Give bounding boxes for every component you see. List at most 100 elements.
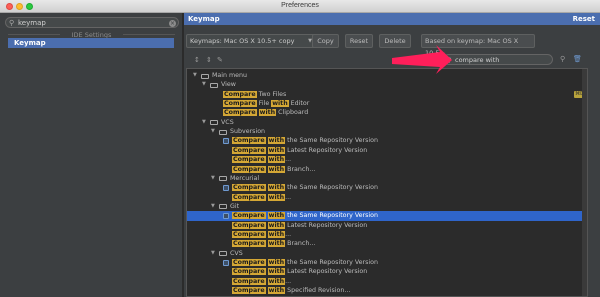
tree-action-row[interactable]: Compare with the Same Repository Version bbox=[187, 136, 587, 146]
tree-action-label: Compare with... bbox=[232, 277, 291, 287]
tree-group-row[interactable]: ▼ CVS bbox=[187, 249, 587, 259]
tree-group-row[interactable]: ▼ VCS bbox=[187, 118, 587, 128]
tree-action-row[interactable]: Compare with... bbox=[187, 193, 587, 203]
tree-action-row[interactable]: Compare with the Same Repository Version bbox=[187, 258, 587, 268]
search-match-highlight: with bbox=[258, 109, 277, 117]
search-match-highlight: with bbox=[267, 146, 286, 154]
search-match-highlight: Compare bbox=[232, 268, 266, 276]
window-title-bar: Preferences bbox=[0, 0, 600, 13]
tree-action-label: Compare with... bbox=[232, 193, 291, 203]
search-match-highlight: Compare bbox=[232, 277, 266, 285]
tree-action-row[interactable]: Compare with Branch... bbox=[187, 165, 587, 175]
edit-shortcut-icon[interactable]: ✎ bbox=[217, 56, 223, 64]
search-match-highlight: Compare bbox=[232, 184, 266, 192]
collapse-all-icon[interactable]: ⇕ bbox=[206, 56, 212, 64]
clear-filter-icon[interactable]: 🗑 bbox=[573, 55, 582, 63]
search-match-highlight: Compare bbox=[232, 259, 266, 266]
expand-all-icon[interactable]: ↕ bbox=[194, 56, 200, 64]
label-text: Editor bbox=[288, 100, 310, 108]
search-match-highlight: with bbox=[267, 287, 286, 295]
sidebar-item-keymap[interactable]: Keymap bbox=[8, 38, 174, 48]
label-text: ... bbox=[285, 230, 292, 238]
expand-toggle-icon[interactable]: ▼ bbox=[211, 127, 215, 137]
search-match-highlight: with bbox=[267, 240, 286, 248]
tree-action-label: Compare with Branch... bbox=[232, 165, 315, 175]
delete-button[interactable]: Delete bbox=[379, 34, 411, 48]
search-match-highlight: with bbox=[267, 230, 286, 238]
reset-button[interactable]: Reset bbox=[345, 34, 373, 48]
expand-toggle-icon[interactable]: ▼ bbox=[211, 202, 215, 212]
expand-toggle-icon[interactable]: ▼ bbox=[202, 80, 206, 90]
tree-action-row[interactable]: Compare with Latest Repository Version bbox=[187, 267, 587, 277]
tree-action-row[interactable]: Compare with Latest Repository Version bbox=[187, 221, 587, 231]
tree-group-row[interactable]: ▼ Subversion bbox=[187, 127, 587, 137]
label-text: File bbox=[256, 100, 272, 108]
tree-action-row[interactable]: Compare with Specified Revision... bbox=[187, 286, 587, 296]
search-match-highlight: with bbox=[267, 221, 286, 229]
tree-action-row[interactable]: Compare with... bbox=[187, 277, 587, 287]
folder-icon bbox=[201, 73, 209, 79]
tree-group-label: Git bbox=[230, 202, 240, 210]
actions-tree[interactable]: ▼ Main menu ▼ View Compare Two Files ⌘D Compar… bbox=[186, 68, 588, 297]
tree-group-row[interactable]: ▼ Mercurial bbox=[187, 174, 587, 184]
label-text: Specified Revision... bbox=[285, 287, 351, 295]
divider bbox=[123, 34, 175, 35]
expand-toggle-icon[interactable]: ▼ bbox=[211, 249, 215, 259]
tree-action-label: Compare with the Same Repository Version bbox=[232, 136, 378, 146]
tree-action-row[interactable]: Compare with... bbox=[187, 155, 587, 165]
tree-group-label: Main menu bbox=[212, 72, 248, 79]
tree-action-row[interactable]: Compare File with Editor bbox=[187, 99, 587, 109]
tree-action-row[interactable]: Compare with... bbox=[187, 230, 587, 240]
folder-icon bbox=[219, 251, 227, 257]
search-match-highlight: Compare bbox=[232, 165, 266, 173]
expand-toggle-icon[interactable]: ▼ bbox=[211, 174, 215, 184]
folder-icon bbox=[219, 204, 227, 210]
tree-action-label: Compare with Clipboard bbox=[223, 108, 308, 118]
action-icon bbox=[223, 212, 229, 219]
label-text: Branch... bbox=[285, 165, 316, 173]
tree-action-label: Compare with Latest Repository Version bbox=[232, 267, 367, 277]
search-match-highlight: Compare bbox=[223, 109, 257, 117]
settings-search-value: keymap bbox=[18, 19, 46, 27]
keymap-filter-input[interactable]: ⚲ compare with bbox=[443, 54, 553, 65]
panel-header: Keymap Reset bbox=[184, 13, 600, 25]
panel-reset-link[interactable]: Reset bbox=[573, 15, 595, 23]
tree-group-row[interactable]: ▼ View bbox=[187, 80, 587, 90]
clear-search-icon[interactable]: × bbox=[169, 19, 176, 27]
tree-action-label: Compare File with Editor bbox=[223, 99, 309, 109]
tree-action-row[interactable]: Compare with the Same Repository Version bbox=[187, 183, 587, 193]
copy-button[interactable]: Copy bbox=[312, 34, 339, 48]
find-by-shortcut-icon[interactable]: ⚲ bbox=[560, 55, 565, 63]
tree-group-row[interactable]: ▼ Git bbox=[187, 202, 587, 212]
search-match-highlight: Compare bbox=[232, 240, 266, 248]
label-text: Clipboard bbox=[276, 109, 309, 117]
tree-action-label: Compare with Branch... bbox=[232, 239, 315, 249]
tree-action-row[interactable]: Compare with Clipboard bbox=[187, 108, 587, 118]
tree-action-row[interactable]: Compare with Branch... bbox=[187, 239, 587, 249]
expand-toggle-icon[interactable]: ▼ bbox=[202, 118, 206, 128]
action-icon bbox=[223, 184, 229, 191]
keymap-panel: Keymap Reset Keymaps: Mac OS X 10.5+ cop… bbox=[184, 13, 600, 297]
based-on-keymap-label: Based on keymap: Mac OS X 10.5+ bbox=[421, 34, 535, 57]
tree-group-label: Mercurial bbox=[230, 174, 260, 182]
tree-group-row[interactable]: ▼ Main menu bbox=[187, 71, 587, 81]
tree-group-label: Subversion bbox=[230, 128, 266, 136]
search-match-highlight: Compare bbox=[232, 146, 266, 154]
expand-toggle-icon[interactable]: ▼ bbox=[193, 71, 197, 81]
tree-action-label: Compare with Latest Repository Version bbox=[232, 146, 367, 156]
settings-search-input[interactable]: ⚲ keymap × bbox=[5, 17, 179, 28]
keymap-select[interactable]: Keymaps: Mac OS X 10.5+ copy ▼ bbox=[186, 34, 315, 48]
label-text: Two Files bbox=[256, 90, 287, 98]
label-text: Latest Repository Version bbox=[285, 221, 368, 229]
tree-group-label: View bbox=[221, 81, 236, 89]
tree-action-row[interactable]: Compare with Latest Repository Version bbox=[187, 146, 587, 156]
label-text: the Same Repository Version bbox=[285, 212, 378, 220]
tree-scrollbar[interactable] bbox=[582, 69, 587, 296]
search-match-highlight: with bbox=[267, 156, 286, 164]
search-match-highlight: Compare bbox=[232, 221, 266, 229]
tree-action-row[interactable]: Compare with the Same Repository Version bbox=[187, 211, 587, 221]
tree-action-row[interactable]: Compare Two Files ⌘D bbox=[187, 90, 587, 100]
folder-icon bbox=[210, 82, 218, 88]
tree-action-label: Compare with Specified Revision... bbox=[232, 286, 350, 296]
label-text: the Same Repository Version bbox=[285, 137, 378, 145]
